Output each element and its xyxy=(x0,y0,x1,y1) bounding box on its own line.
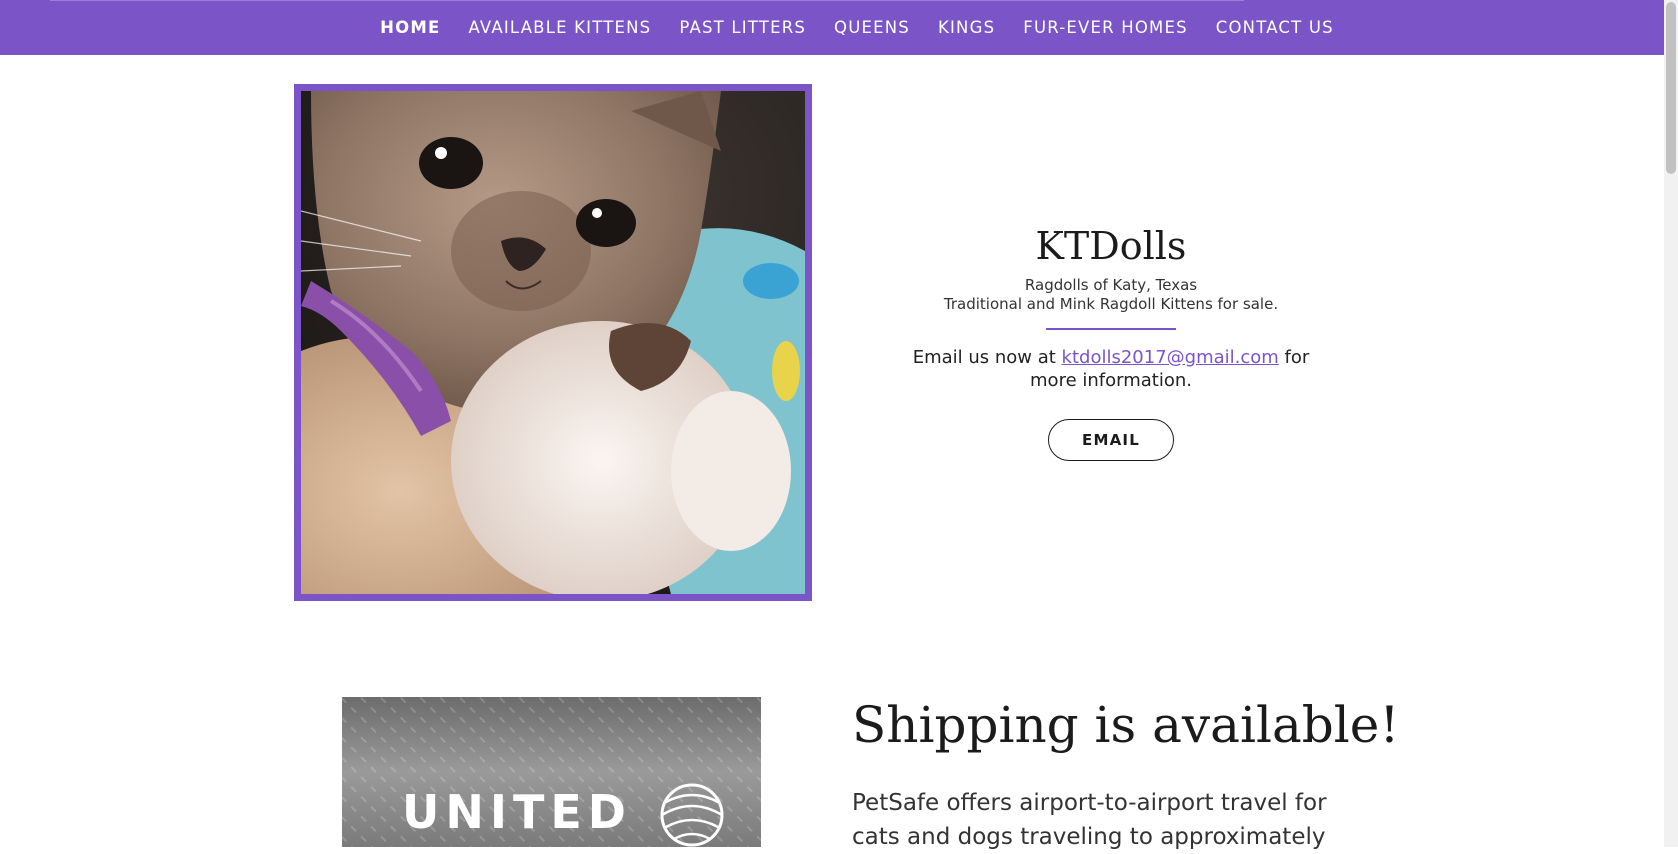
nav-fur-ever-homes[interactable]: FUR-EVER HOMES xyxy=(1023,18,1188,37)
page-scrollbar[interactable] xyxy=(1664,0,1678,847)
tagline: Ragdolls of Katy, Texas Traditional and … xyxy=(880,276,1342,314)
nav-home[interactable]: HOME xyxy=(380,18,440,37)
main-nav: HOME AVAILABLE KITTENS PAST LITTERS QUEE… xyxy=(0,0,1664,55)
cat-illustration xyxy=(301,91,805,594)
hero-cat-photo xyxy=(301,91,805,594)
shipping-description: PetSafe offers airport-to-airport travel… xyxy=(852,790,1327,850)
united-airlines-image: UNITED xyxy=(342,697,761,847)
nav-kings[interactable]: KINGS xyxy=(938,18,995,37)
hero-image-frame xyxy=(294,84,812,601)
nav-available-kittens[interactable]: AVAILABLE KITTENS xyxy=(469,18,652,37)
shipping-heading: Shipping is available! xyxy=(852,696,1400,754)
hero-content: KTDolls Ragdolls of Katy, Texas Traditio… xyxy=(880,222,1342,461)
nav-past-litters[interactable]: PAST LITTERS xyxy=(679,18,806,37)
nav-queens[interactable]: QUEENS xyxy=(834,18,910,37)
email-button[interactable]: EMAIL xyxy=(1048,419,1174,461)
email-call-to-action: Email us now at ktdolls2017@gmail.com fo… xyxy=(891,346,1331,392)
nav-contact-us[interactable]: CONTACT US xyxy=(1216,18,1334,37)
email-prefix: Email us now at xyxy=(912,347,1062,368)
email-link[interactable]: ktdolls2017@gmail.com xyxy=(1062,347,1279,368)
site-title: KTDolls xyxy=(1035,224,1187,268)
united-wordmark: UNITED xyxy=(402,785,632,839)
scrollbar-thumb[interactable] xyxy=(1666,2,1676,174)
united-logo-card: UNITED xyxy=(342,697,761,847)
tagline-line-2: Traditional and Mink Ragdoll Kittens for… xyxy=(943,295,1279,313)
top-navigation-bar: HOME AVAILABLE KITTENS PAST LITTERS QUEE… xyxy=(0,0,1664,55)
title-divider xyxy=(1046,328,1176,330)
tagline-line-1: Ragdolls of Katy, Texas xyxy=(1024,276,1198,294)
